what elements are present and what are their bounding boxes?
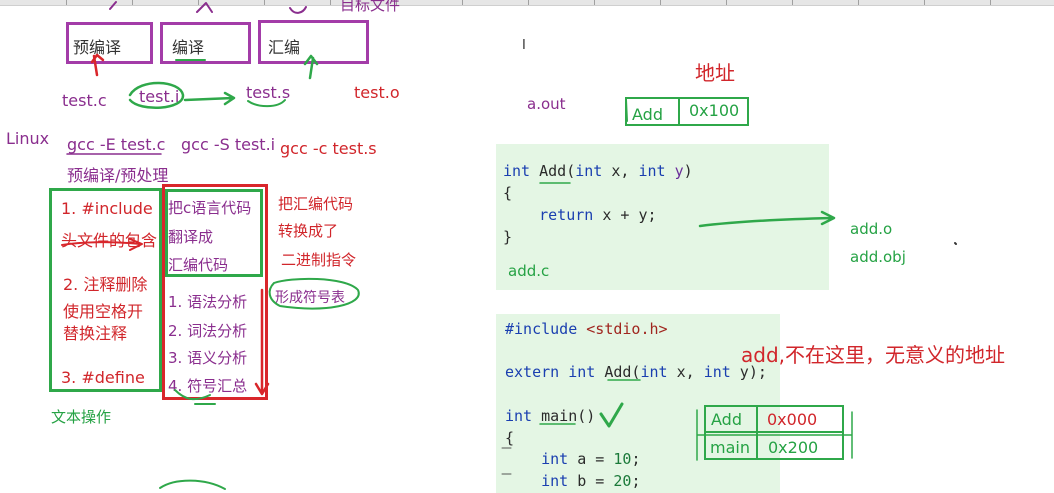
addr-bottom-strokes <box>696 409 853 461</box>
check-mark-icon <box>599 402 624 428</box>
add-box-left-stroke <box>625 99 628 122</box>
arrow-precompile-up <box>90 53 105 77</box>
circle-test-i <box>128 81 185 110</box>
arrow-include <box>61 238 143 251</box>
arrow-to-add-o <box>698 210 836 228</box>
bottom-stroke <box>159 479 226 490</box>
arrow-assemble-up <box>303 54 319 80</box>
handwriting-annotations <box>61 1 957 490</box>
ink-dot <box>954 242 957 245</box>
arrow-down-analysis <box>254 288 270 396</box>
whiteboard-canvas[interactable]: 目标文件 预编译 编译 汇编 test.c test.i test.s test… <box>0 0 1054 493</box>
scribble-below <box>174 389 216 405</box>
circle-symbol-table <box>268 277 360 310</box>
top-cut-marks <box>109 1 307 14</box>
arrow-to-test-s <box>183 91 236 106</box>
underline-test-s <box>247 99 286 108</box>
